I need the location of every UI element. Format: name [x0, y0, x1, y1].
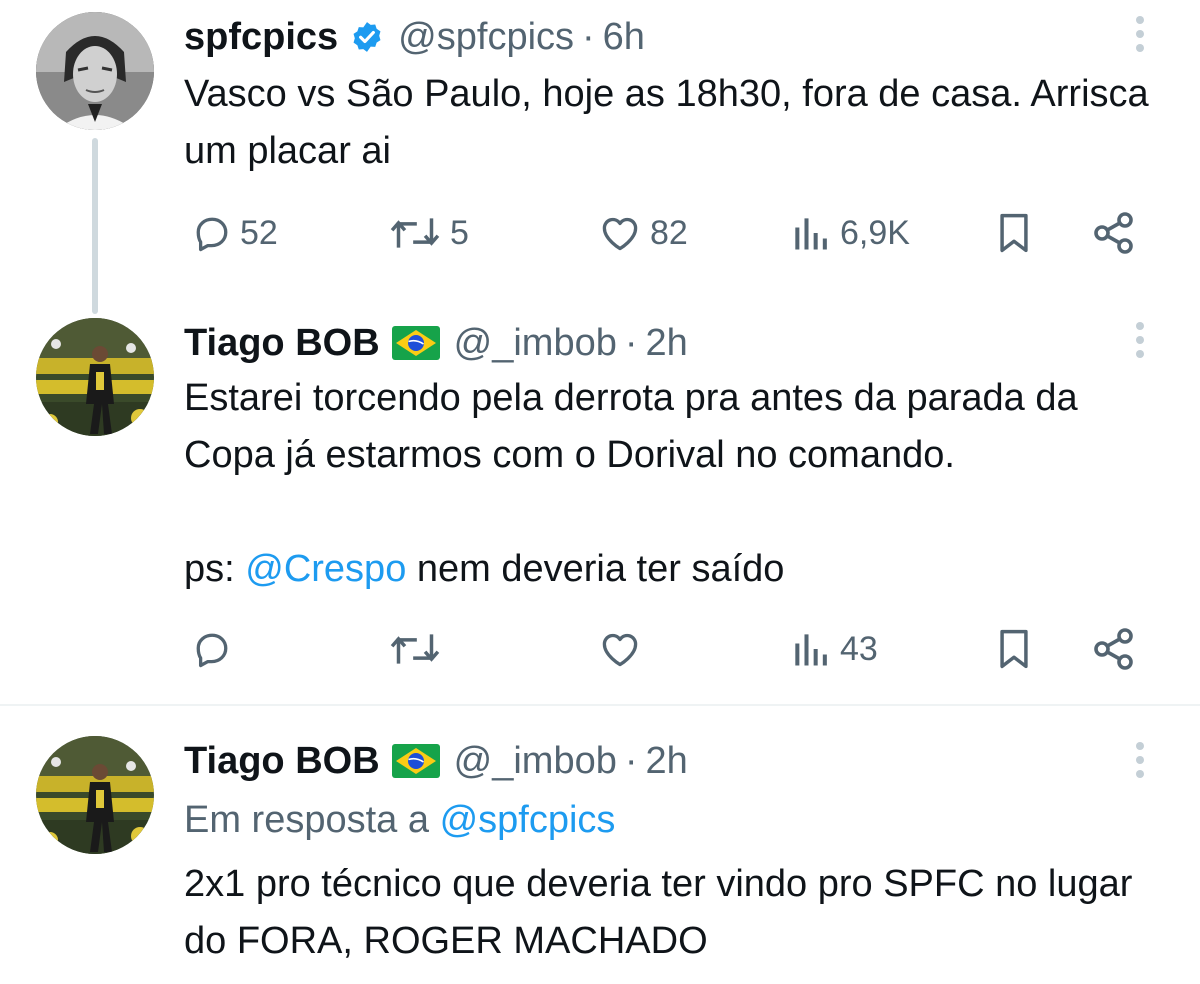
tweet[interactable]: Tiago BOB @_imbob · 2h Estarei torcendo …: [0, 300, 1200, 704]
share-icon: [1094, 628, 1133, 670]
bookmark-button[interactable]: [992, 624, 1036, 674]
avatar[interactable]: [36, 12, 154, 130]
handle[interactable]: @spfcpics: [398, 16, 574, 59]
more-options-icon[interactable]: [1133, 742, 1147, 784]
tweet[interactable]: spfcpics @spfcpics · 6h Vasco vs São Pau…: [0, 0, 1200, 314]
timestamp[interactable]: 2h: [646, 322, 688, 365]
tweet-header: Tiago BOB @_imbob · 2h: [184, 318, 688, 368]
brazil-flag-icon: [391, 744, 440, 778]
bar-chart-icon: [795, 218, 827, 250]
separator: ·: [624, 739, 638, 782]
heart-icon: [602, 633, 638, 667]
display-name[interactable]: spfcpics: [184, 16, 338, 59]
like-button[interactable]: [596, 624, 650, 674]
speech-bubble-icon: [196, 217, 228, 252]
bookmark-icon: [1000, 629, 1028, 669]
avatar-photo: [36, 12, 154, 130]
action-bar: 43: [0, 624, 1200, 674]
reply-button[interactable]: 52: [190, 208, 278, 258]
reply-context: Em resposta a @spfcpics: [184, 796, 615, 844]
like-button[interactable]: 82: [596, 208, 688, 258]
reply-prefix: Em resposta a: [184, 799, 440, 841]
retweet-arrows-icon: [390, 634, 440, 664]
bookmark-button[interactable]: [992, 208, 1036, 258]
retweet-button[interactable]: [386, 624, 450, 674]
timestamp[interactable]: 2h: [646, 740, 688, 783]
ps-prefix: ps:: [184, 548, 246, 590]
tweet[interactable]: Tiago BOB @_imbob · 2h Em resposta a @sp…: [0, 706, 1200, 984]
share-button[interactable]: [1090, 624, 1138, 674]
speech-bubble-icon: [196, 633, 228, 668]
view-count: 43: [840, 629, 878, 668]
brazil-flag-icon: [391, 326, 440, 360]
avatar[interactable]: [36, 736, 154, 854]
handle[interactable]: @_imbob: [454, 322, 617, 365]
bookmark-icon: [1000, 213, 1028, 253]
tweet-text: Estarei torcendo pela derrota pra antes …: [184, 370, 1174, 598]
reply-button[interactable]: [190, 624, 240, 674]
display-name[interactable]: Tiago BOB: [184, 740, 380, 783]
ps-suffix: nem deveria ter saído: [406, 548, 785, 590]
more-options-icon[interactable]: [1133, 322, 1147, 364]
bar-chart-icon: [795, 634, 827, 666]
verified-badge-icon: [350, 20, 384, 54]
tweet-text-ps: ps: @Crespo nem deveria ter saído: [184, 541, 1174, 598]
view-count: 6,9K: [840, 213, 910, 252]
display-name[interactable]: Tiago BOB: [184, 322, 380, 365]
reply-count: 52: [240, 213, 278, 252]
mention-link[interactable]: @Crespo: [245, 548, 406, 590]
avatar-photo: [36, 318, 154, 436]
avatar[interactable]: [36, 318, 154, 436]
avatar-photo: [36, 736, 154, 854]
share-button[interactable]: [1090, 208, 1138, 258]
tweet-header: Tiago BOB @_imbob · 2h: [184, 736, 688, 786]
tweet-text: 2x1 pro técnico que deveria ter vindo pr…: [184, 863, 1133, 962]
like-count: 82: [650, 213, 688, 252]
views-button[interactable]: 43: [790, 624, 878, 674]
separator: ·: [624, 321, 638, 364]
share-icon: [1094, 212, 1133, 254]
mention-link[interactable]: @spfcpics: [440, 799, 616, 841]
timestamp[interactable]: 6h: [603, 16, 645, 59]
tweet-header: spfcpics @spfcpics · 6h: [184, 12, 645, 62]
tweet-text-line: Estarei torcendo pela derrota pra antes …: [184, 377, 1078, 476]
handle[interactable]: @_imbob: [454, 740, 617, 783]
tweet-text: Vasco vs São Paulo, hoje as 18h30, fora …: [184, 73, 1149, 172]
separator: ·: [582, 15, 595, 58]
action-bar: 52 5 82 6,9K: [0, 208, 1200, 258]
retweet-button[interactable]: 5: [386, 208, 469, 258]
views-button[interactable]: 6,9K: [790, 208, 910, 258]
more-options-icon[interactable]: [1133, 16, 1147, 58]
retweet-arrows-icon: [390, 218, 440, 248]
retweet-count: 5: [450, 213, 469, 252]
heart-icon: [602, 217, 638, 251]
